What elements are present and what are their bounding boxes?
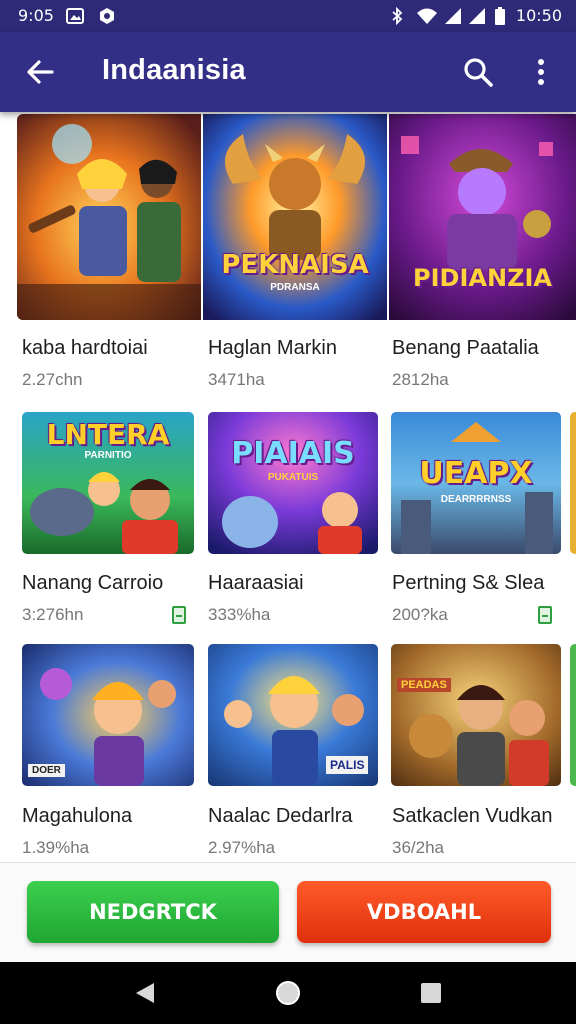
status-time-left: 9:05 — [18, 6, 54, 25]
game-size: 1.39%ha — [22, 838, 90, 857]
game-art-logo: LNTERA — [46, 418, 170, 451]
back-arrow-icon[interactable] — [22, 54, 58, 90]
game-art-image — [391, 644, 561, 786]
page-title: Indaanisia — [102, 54, 246, 86]
game-title[interactable]: Haaraasiai — [208, 572, 304, 595]
game-card-thumbnail-partial — [570, 644, 576, 786]
game-art-logo: PIDIANZIA — [413, 264, 552, 292]
game-art-sublogo: PDRANSA — [270, 282, 320, 293]
game-size: 2.97%ha — [208, 838, 276, 857]
primary-button[interactable]: NEDGRTCK — [27, 881, 279, 943]
game-art-sublogo: PALIS — [326, 756, 369, 774]
game-title[interactable]: Benang Paatalia — [392, 337, 539, 360]
download-badge-icon — [172, 606, 186, 624]
game-card-thumbnail[interactable]: LNTERA PARNITIO — [22, 412, 194, 554]
wifi-icon — [417, 8, 437, 24]
game-art-logo: PIAIAIS — [231, 436, 355, 471]
game-title[interactable]: Haglan Markin — [208, 337, 337, 360]
game-card-thumbnail[interactable]: PIDIANZIA — [389, 114, 576, 320]
game-size: 36/2ha — [392, 838, 444, 857]
game-art-logo: PEKNAISA — [221, 250, 369, 280]
gallery-icon — [66, 8, 84, 24]
more-vert-icon[interactable] — [526, 54, 556, 90]
game-title[interactable]: kaba hardtoiai — [22, 337, 148, 360]
game-card-thumbnail[interactable] — [17, 114, 201, 320]
search-icon[interactable] — [460, 54, 496, 90]
signal-icon — [445, 8, 461, 24]
game-size: 200?ka — [392, 605, 448, 624]
action-bar: NEDGRTCK VDBOAHL — [0, 862, 576, 962]
status-time-right: 10:50 — [515, 6, 562, 25]
game-art-image — [208, 412, 378, 554]
recents-square-icon[interactable] — [418, 980, 444, 1006]
game-art-image — [17, 114, 201, 320]
game-card-thumbnail[interactable]: PALIS — [208, 644, 378, 786]
game-art-sublogo: PARNITIO — [84, 450, 132, 461]
game-art-sublogo: DOER — [28, 764, 65, 777]
signal-icon — [469, 8, 485, 24]
game-card-thumbnail[interactable]: PEKNAISA PDRANSA — [203, 114, 387, 320]
game-title[interactable]: Nanang Carroio — [22, 572, 163, 595]
game-card-thumbnail[interactable]: PEADAS — [391, 644, 561, 786]
game-size: 3471ha — [208, 370, 265, 389]
status-bar: 9:05 10:50 — [0, 0, 576, 32]
game-size: 2.27chn — [22, 370, 83, 389]
download-badge-icon — [538, 606, 552, 624]
back-triangle-icon[interactable] — [132, 980, 158, 1006]
game-title[interactable]: Magahulona — [22, 805, 132, 828]
game-card-thumbnail[interactable]: DOER — [22, 644, 194, 786]
bluetooth-icon — [392, 7, 403, 25]
game-art-logo: UEAPX — [419, 456, 533, 491]
notification-icon — [100, 8, 114, 24]
game-card-thumbnail[interactable]: PIAIAIS PUKATUIS — [208, 412, 378, 554]
game-title[interactable]: Naalac Dedarlra — [208, 805, 353, 828]
game-art-sublogo: DEARRRRNSS — [440, 494, 512, 505]
battery-icon — [495, 7, 505, 25]
game-card-thumbnail-partial — [570, 412, 576, 554]
game-title[interactable]: Pertning S& Slea — [392, 572, 544, 595]
game-size: 2812ha — [392, 370, 449, 389]
game-size: 333%ha — [208, 605, 271, 624]
game-grid: PEKNAISA PDRANSA PIDIANZIA kaba hardtoia… — [0, 112, 576, 860]
home-circle-icon[interactable] — [274, 979, 302, 1007]
game-art-sublogo: PEADAS — [397, 678, 451, 692]
game-art-sublogo: PUKATUIS — [267, 472, 319, 483]
secondary-button[interactable]: VDBOAHL — [297, 881, 551, 943]
system-nav-bar — [0, 962, 576, 1024]
game-title[interactable]: Satkaclen Vudkan — [392, 805, 552, 828]
game-size: 3:276hn — [22, 605, 84, 624]
app-bar: Indaanisia — [0, 32, 576, 112]
game-card-thumbnail[interactable]: UEAPX DEARRRRNSS — [391, 412, 561, 554]
